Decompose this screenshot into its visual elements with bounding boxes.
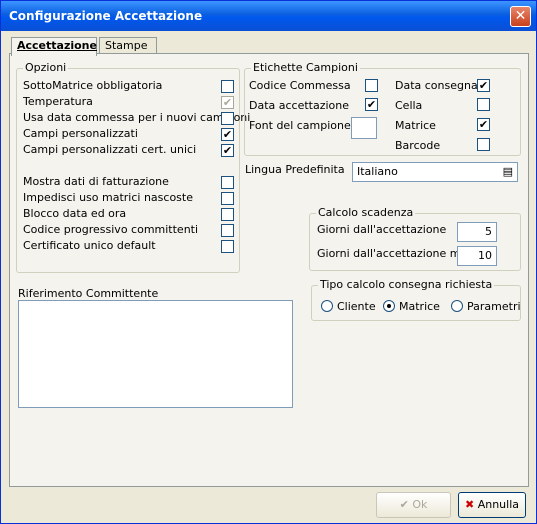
option-checkbox[interactable]: ✔	[221, 128, 234, 141]
giorni-label: Giorni dall'accettazione	[317, 223, 447, 236]
option-checkbox[interactable]	[221, 80, 234, 93]
cella-label: Cella	[395, 99, 423, 112]
barcode-label: Barcode	[395, 139, 441, 152]
option-checkbox[interactable]: ✔	[221, 96, 234, 109]
annulla-label: Annulla	[477, 498, 519, 511]
option-checkbox[interactable]	[221, 208, 234, 221]
annulla-button[interactable]: ✖ Annulla	[458, 492, 526, 518]
window-title: Configurazione Accettazione	[9, 9, 203, 23]
cella-checkbox[interactable]	[477, 98, 490, 111]
option-label: Mostra dati di fatturazione	[23, 175, 169, 188]
giorni-input[interactable]: 5	[457, 222, 497, 242]
radio-matrice-label: Matrice	[399, 300, 440, 313]
codice-commessa-checkbox[interactable]	[365, 79, 378, 92]
option-label: Campi personalizzati cert. unici	[23, 143, 197, 156]
riferimento-textarea[interactable]	[18, 300, 293, 408]
option-label: Blocco data ed ora	[23, 207, 127, 220]
option-label: Certificato unico default	[23, 239, 156, 252]
ok-check-icon: ✔	[399, 498, 409, 511]
matrice-checkbox[interactable]: ✔	[477, 118, 490, 131]
giorni-max-label: Giorni dall'accettazione max	[317, 247, 474, 260]
option-label: SottoMatrice obbligatoria	[23, 79, 163, 92]
option-label: Usa data commessa per i nuovi campioni	[23, 111, 251, 124]
option-checkbox[interactable]	[221, 224, 234, 237]
option-label: Temperatura	[23, 95, 93, 108]
radio-parametri[interactable]	[451, 300, 463, 312]
data-consegna-checkbox[interactable]: ✔	[477, 79, 490, 92]
lingua-label: Lingua Predefinita	[245, 163, 345, 176]
radio-parametri-label: Parametri	[467, 300, 521, 313]
ok-label: Ok	[412, 498, 428, 511]
giorni-max-input[interactable]: 10	[457, 246, 497, 266]
radio-cliente[interactable]	[321, 300, 333, 312]
riferimento-label: Riferimento Committente	[18, 287, 159, 300]
ok-button[interactable]: ✔ Ok	[376, 492, 451, 518]
radio-cliente-label: Cliente	[337, 300, 376, 313]
list-icon[interactable]: ▤	[503, 165, 513, 178]
dialog-window: Configurazione Accettazione ✕ Accettazio…	[0, 0, 537, 524]
data-accettazione-label: Data accettazione	[249, 99, 350, 112]
codice-commessa-label: Codice Commessa	[249, 79, 351, 92]
option-label: Codice progressivo committenti	[23, 223, 199, 236]
data-consegna-label: Data consegna	[395, 79, 478, 92]
option-checkbox[interactable]	[221, 192, 234, 205]
etichette-legend: Etichette Campioni	[251, 61, 360, 74]
close-button[interactable]: ✕	[510, 6, 531, 27]
title-bar[interactable]: Configurazione Accettazione ✕	[1, 1, 536, 31]
option-checkbox[interactable]	[221, 112, 234, 125]
font-campione-label: Font del campione	[249, 119, 351, 132]
tab-accettazione[interactable]: Accettazione	[11, 37, 97, 56]
consegna-legend: Tipo calcolo consegna richiesta	[318, 278, 495, 291]
cancel-icon: ✖	[464, 498, 475, 511]
radio-matrice[interactable]	[383, 300, 395, 312]
barcode-checkbox[interactable]	[477, 138, 490, 151]
option-checkbox[interactable]	[221, 176, 234, 189]
option-checkbox[interactable]: ✔	[221, 144, 234, 157]
scadenza-legend: Calcolo scadenza	[316, 206, 416, 219]
opzioni-legend: Opzioni	[23, 61, 69, 74]
close-icon: ✕	[514, 8, 527, 24]
lingua-select[interactable]: Italiano ▤	[352, 162, 518, 182]
option-label: Impedisci uso matrici nascoste	[23, 191, 193, 204]
data-accettazione-checkbox[interactable]: ✔	[365, 98, 378, 111]
option-label: Campi personalizzati	[23, 127, 138, 140]
font-campione-field[interactable]	[351, 117, 377, 139]
option-checkbox[interactable]	[221, 240, 234, 253]
matrice-label: Matrice	[395, 119, 436, 132]
lingua-value: Italiano	[357, 165, 398, 178]
